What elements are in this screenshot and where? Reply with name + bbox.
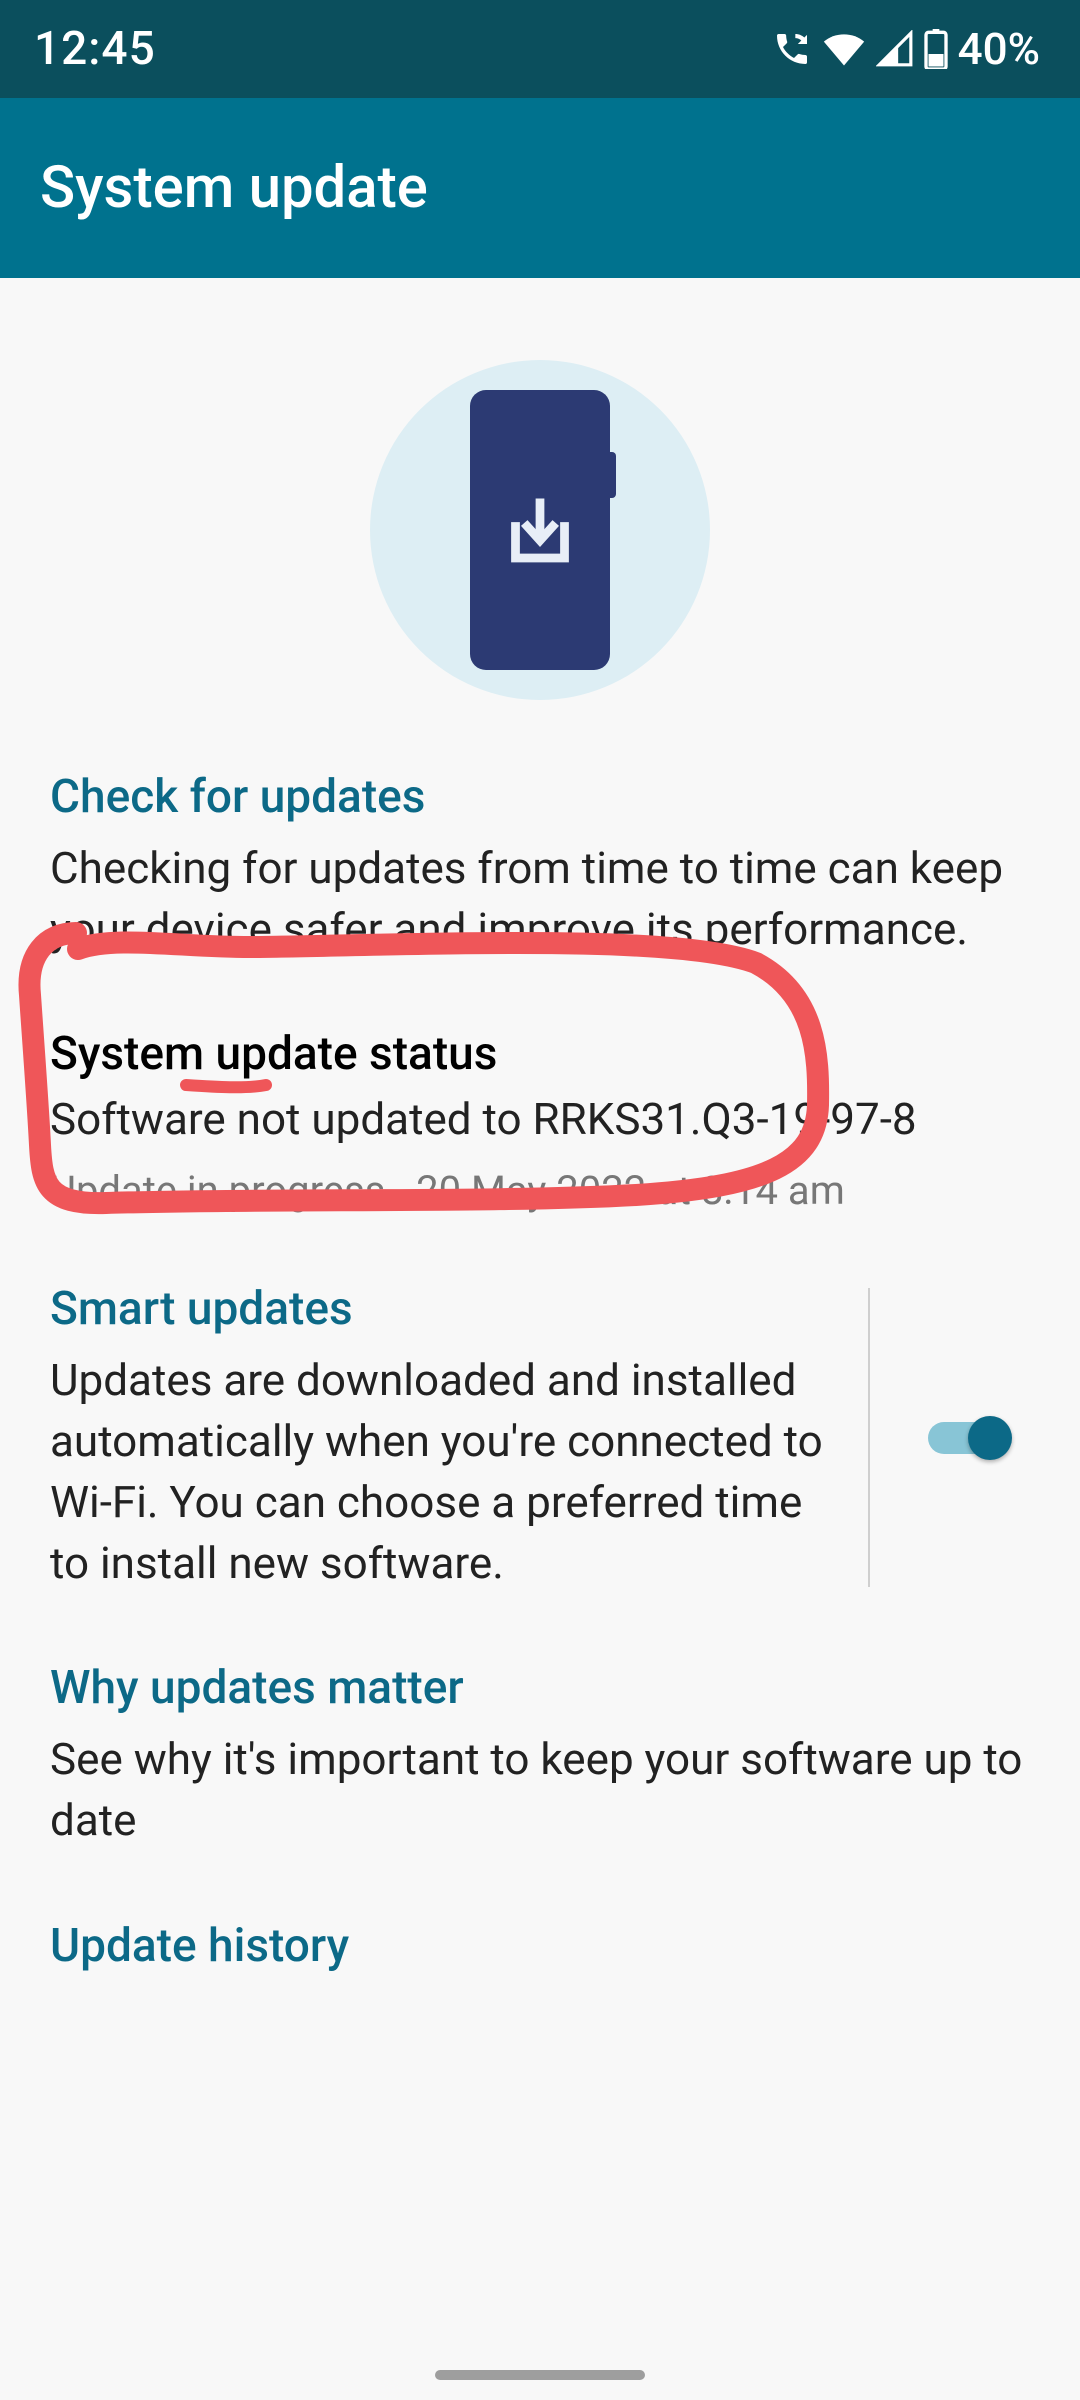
update-history-title: Update history xyxy=(50,1919,1030,1973)
check-updates-body: Checking for updates from time to time c… xyxy=(50,838,1030,959)
page-title: System update xyxy=(40,154,428,222)
gesture-nav-handle[interactable] xyxy=(435,2370,645,2380)
wifi-calling-icon xyxy=(772,29,812,69)
signal-icon xyxy=(876,30,914,68)
content-area: Check for updates Checking for updates f… xyxy=(0,278,1080,1973)
status-time: 12:45 xyxy=(34,22,156,76)
phone-download-icon xyxy=(470,390,610,670)
why-updates-body: See why it's important to keep your soft… xyxy=(50,1729,1030,1850)
section-smart-updates: Smart updates Updates are downloaded and… xyxy=(50,1282,1030,1593)
check-updates-title: Check for updates xyxy=(50,770,1030,824)
section-update-history[interactable]: Update history xyxy=(50,1919,1030,1973)
why-updates-title: Why updates matter xyxy=(50,1661,1030,1715)
battery-percent: 40% xyxy=(958,23,1040,75)
update-status-line: Software not updated to RRKS31.Q3-19-97-… xyxy=(50,1093,1030,1145)
section-check-updates[interactable]: Check for updates Checking for updates f… xyxy=(50,770,1030,959)
smart-updates-toggle-container xyxy=(910,1282,1030,1593)
smart-updates-body: Updates are downloaded and installed aut… xyxy=(50,1350,828,1593)
status-indicators: 40% xyxy=(772,23,1040,75)
update-status-sub: Update in progress - 20 May 2022 at 8:14… xyxy=(50,1167,1030,1214)
app-bar: System update xyxy=(0,98,1080,278)
battery-icon xyxy=(924,29,948,69)
smart-updates-title: Smart updates xyxy=(50,1282,828,1336)
update-status-title: System update status xyxy=(50,1027,1030,1081)
smart-updates-text[interactable]: Smart updates Updates are downloaded and… xyxy=(50,1282,828,1593)
hero-circle xyxy=(370,360,710,700)
section-update-status: System update status Software not update… xyxy=(50,1027,1030,1214)
section-why-updates[interactable]: Why updates matter See why it's importan… xyxy=(50,1661,1030,1850)
hero-illustration xyxy=(50,278,1030,770)
smart-updates-toggle[interactable] xyxy=(928,1416,1012,1460)
status-bar: 12:45 40% xyxy=(0,0,1080,98)
vertical-divider xyxy=(868,1288,870,1587)
wifi-icon xyxy=(822,27,866,71)
